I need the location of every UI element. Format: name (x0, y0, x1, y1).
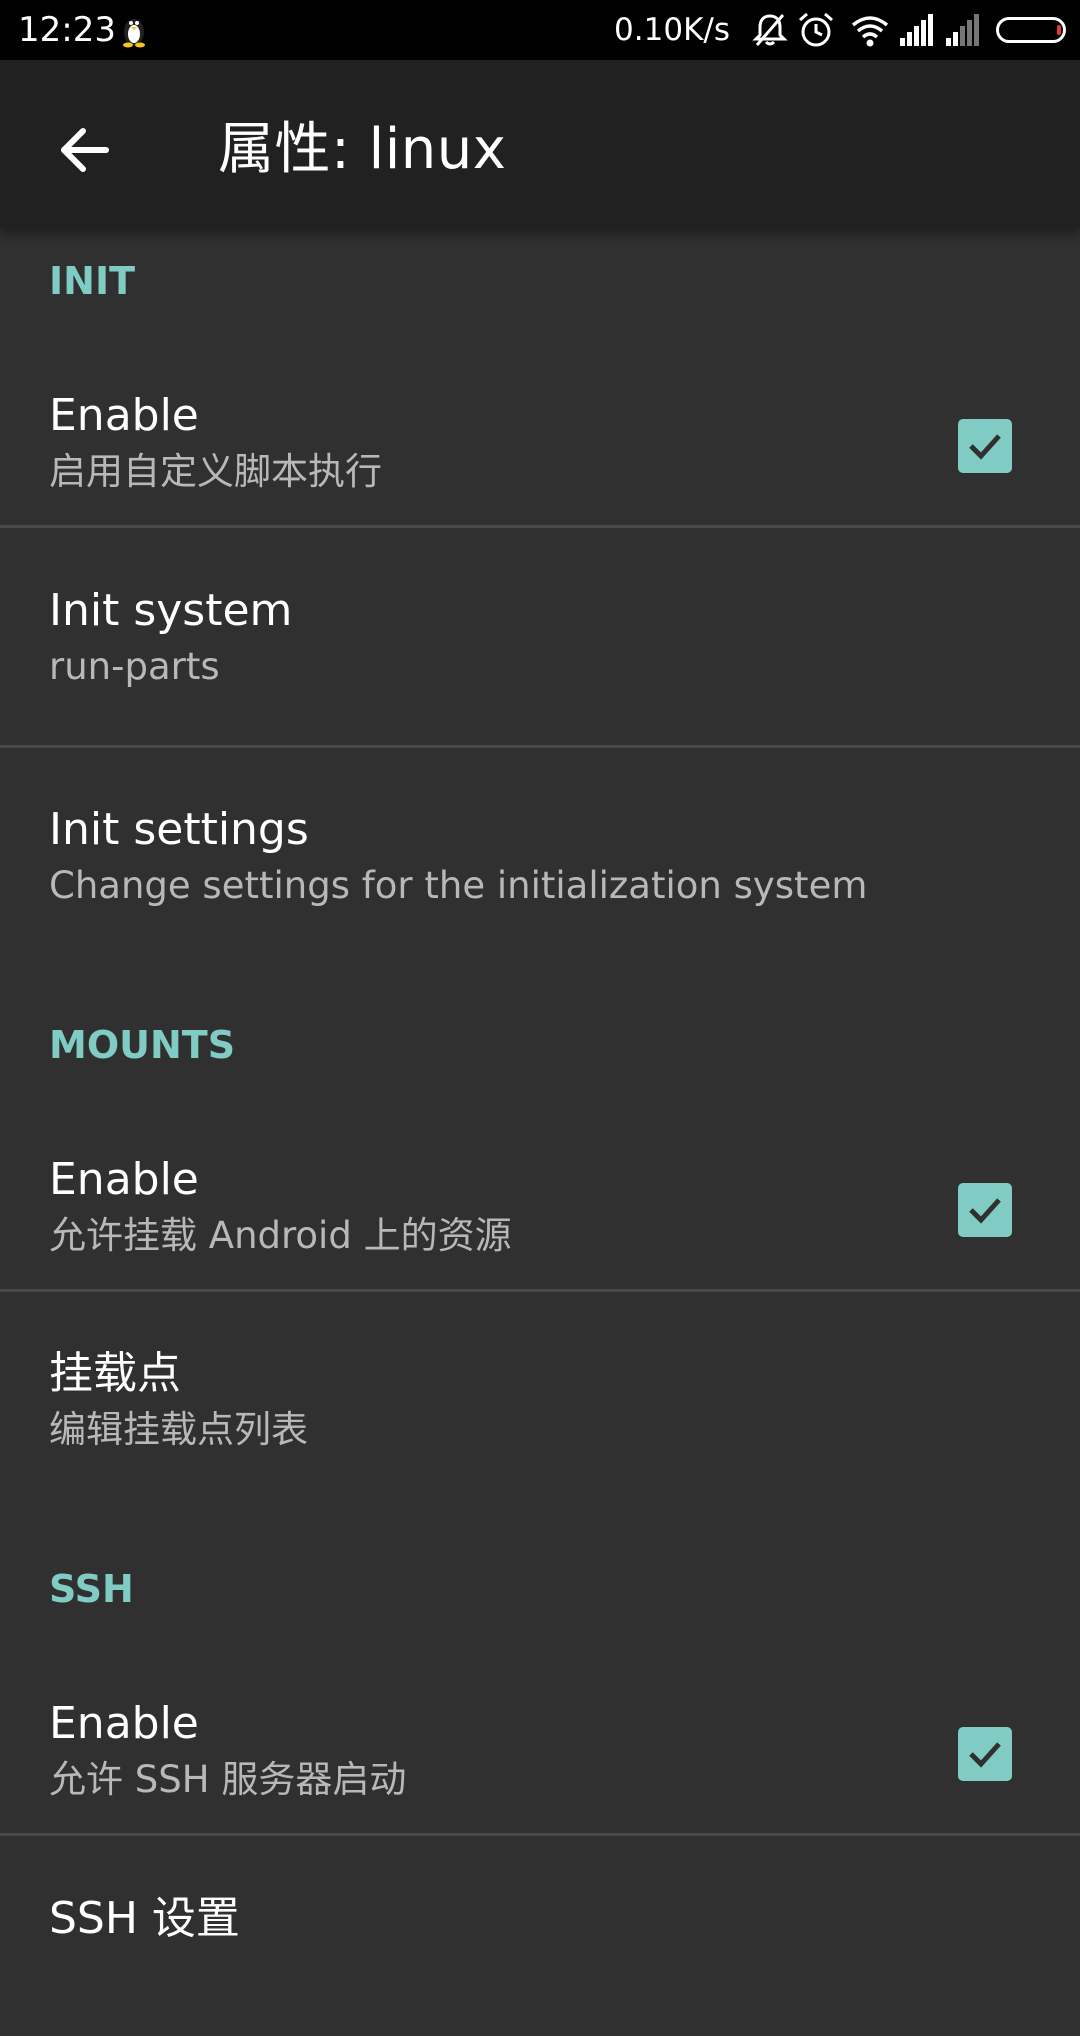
app-bar: 属性: linux (0, 60, 1080, 228)
checkbox-init-enable[interactable] (958, 419, 1012, 473)
wifi-icon (851, 16, 889, 47)
pref-mounts-enable[interactable]: Enable 允许挂载 Android 上的资源 (0, 1097, 1080, 1289)
network-speed: 0.10K/s (614, 12, 730, 48)
pref-summary: 编辑挂载点列表 (49, 1408, 308, 1451)
section-header-init: INIT (49, 259, 136, 303)
status-time: 12:23 (18, 10, 116, 50)
check-icon (969, 434, 1001, 460)
status-bar: 12:23 0.10K/s (0, 0, 1080, 60)
pref-summary: 允许 SSH 服务器启动 (49, 1758, 407, 1801)
pref-summary: run-parts (49, 645, 220, 688)
section-header-ssh: SSH (49, 1567, 134, 1611)
check-icon (969, 1742, 1001, 1768)
pref-title: Init system (49, 585, 293, 636)
pref-init-enable[interactable]: Enable 启用自定义脚本执行 (0, 333, 1080, 525)
signal-weak-icon (946, 14, 979, 46)
arrow-back-icon (61, 128, 109, 172)
checkbox-mounts-enable[interactable] (958, 1183, 1012, 1237)
preferences-list: INIT Enable 启用自定义脚本执行 Init system run-pa… (0, 228, 1080, 2036)
check-icon (969, 1198, 1001, 1224)
signal-icon (900, 14, 933, 46)
pref-title: Enable (49, 1698, 199, 1749)
pref-ssh-enable[interactable]: Enable 允许 SSH 服务器启动 (0, 1641, 1080, 1833)
back-button[interactable] (44, 110, 124, 190)
pref-summary: Change settings for the initialization s… (49, 864, 868, 907)
page-title: 属性: linux (218, 117, 507, 182)
pref-title: Init settings (49, 804, 309, 855)
alarm-icon (799, 12, 833, 47)
pref-summary: 启用自定义脚本执行 (49, 450, 382, 493)
pref-title: Enable (49, 1154, 199, 1205)
pref-title: Enable (49, 390, 199, 441)
checkbox-ssh-enable[interactable] (958, 1727, 1012, 1781)
penguin-icon (123, 19, 145, 48)
pref-init-system[interactable]: Init system run-parts (0, 528, 1080, 745)
pref-mount-points[interactable]: 挂载点 编辑挂载点列表 (0, 1292, 1080, 1536)
pref-summary: 允许挂载 Android 上的资源 (49, 1214, 512, 1257)
battery-level (1057, 25, 1061, 35)
pref-init-settings[interactable]: Init settings Change settings for the in… (0, 748, 1080, 992)
pref-title: SSH 设置 (49, 1893, 240, 1944)
pref-ssh-settings[interactable]: SSH 设置 (0, 1836, 1080, 2036)
battery-icon (996, 17, 1066, 43)
pref-title: 挂载点 (49, 1348, 181, 1399)
bell-off-icon (752, 14, 788, 46)
section-header-mounts: MOUNTS (49, 1023, 236, 1067)
status-icons: 0.10K/s (614, 8, 1066, 52)
